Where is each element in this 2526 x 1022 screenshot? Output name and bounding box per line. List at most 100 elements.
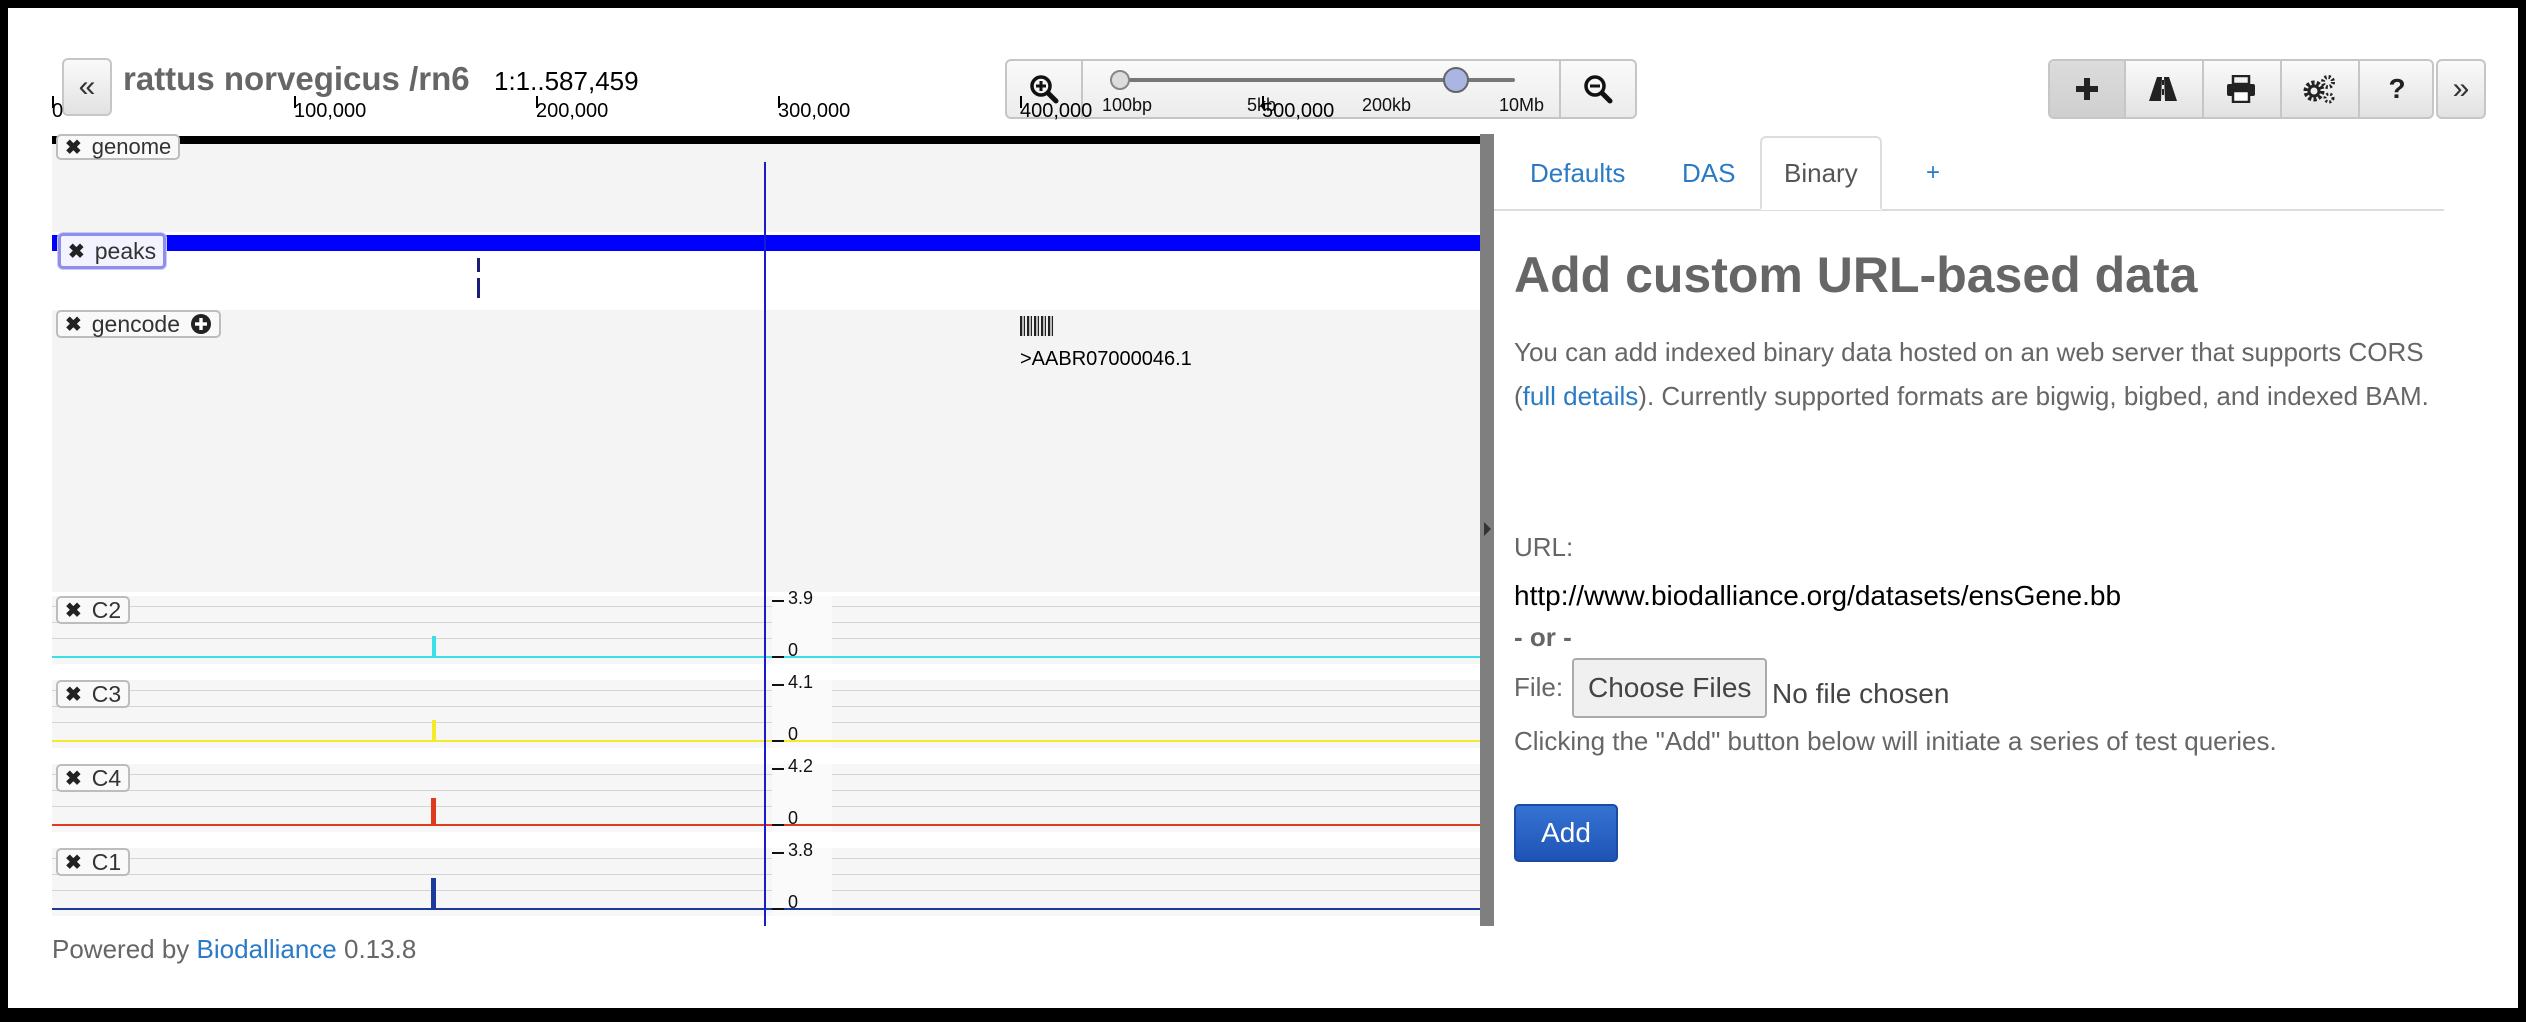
settings-icon	[2303, 75, 2335, 104]
tab-binary[interactable]: Binary	[1760, 136, 1882, 210]
location-display[interactable]: 1:1..587,459	[494, 66, 639, 97]
add-button[interactable]: Add	[1514, 804, 1618, 862]
tab-label: DAS	[1682, 157, 1736, 188]
close-icon[interactable]: ✖	[65, 312, 82, 337]
genome-ruler	[52, 136, 1480, 232]
track-label-gencode[interactable]: ✖ gencode	[56, 310, 222, 338]
description-text: ). Currently supported formats are bigwi…	[1638, 381, 2429, 411]
ruler-label-100000: 100,000	[294, 100, 367, 122]
signal-peak	[432, 720, 436, 740]
url-input[interactable]: http://www.biodalliance.org/datasets/ens…	[1514, 580, 2121, 612]
center-position-line	[764, 162, 766, 926]
peaks-bar	[52, 235, 1480, 251]
peak-marker	[477, 258, 480, 298]
version-text: 0.13.8	[344, 934, 417, 964]
track-label-text: C2	[91, 596, 122, 623]
toolbar: ?	[2048, 59, 2434, 119]
footer: Powered by Biodalliance 0.13.8	[52, 934, 416, 965]
tab-label: Binary	[1784, 157, 1858, 188]
tab-add-plus[interactable]: +	[1906, 136, 1960, 210]
track-label-c2[interactable]: ✖ C2	[56, 596, 131, 624]
help-icon: ?	[2388, 73, 2406, 104]
scale-max: 4.1	[788, 672, 814, 692]
zoom-label-200kb: 200kb	[1362, 95, 1412, 115]
no-file-chosen-text: No file chosen	[1772, 678, 1950, 709]
track-label-peaks[interactable]: ✖ peaks	[58, 233, 167, 269]
file-label: File:	[1514, 672, 1564, 702]
panel-splitter[interactable]	[1480, 134, 1494, 926]
close-icon[interactable]: ✖	[65, 682, 82, 707]
collapse-left-button[interactable]: «	[62, 58, 112, 116]
add-track-button[interactable]	[2050, 61, 2126, 117]
track-label-c1[interactable]: ✖ C1	[56, 848, 131, 876]
close-icon[interactable]: ✖	[65, 135, 82, 160]
print-button[interactable]	[2202, 61, 2282, 117]
signal-baseline	[52, 824, 1480, 826]
scale-min: 0	[788, 892, 799, 912]
close-icon[interactable]: ✖	[68, 239, 85, 264]
test-queries-hint: Clicking the "Add" button below will ini…	[1514, 726, 2277, 756]
track-chooser-button[interactable]	[2124, 61, 2204, 117]
zoom-label-10mb: 10Mb	[1499, 95, 1545, 115]
track-label-genome[interactable]: ✖ genome	[56, 134, 181, 160]
close-icon[interactable]: ✖	[65, 598, 82, 623]
track-label-text: C3	[91, 680, 122, 707]
track-label-text: gencode	[91, 310, 181, 337]
panel-heading: Add custom URL-based data	[1514, 247, 2198, 303]
biodalliance-link[interactable]: Biodalliance	[197, 934, 337, 964]
track-label-c4[interactable]: ✖ C4	[56, 764, 131, 792]
signal-baseline	[52, 740, 1480, 742]
track-label-text: genome	[91, 134, 172, 159]
signal-baseline	[52, 908, 1480, 910]
zoom-out-button[interactable]	[1559, 61, 1635, 117]
double-chevron-right-icon: »	[2452, 72, 2470, 105]
signal-peak	[432, 636, 436, 656]
full-details-link[interactable]: full details	[1523, 381, 1639, 411]
zoom-slider-thumb[interactable]	[1442, 67, 1469, 93]
species-title: rattus norvegicus /rn6	[123, 60, 470, 97]
gencode-track: >AABR07000046.1	[52, 310, 1480, 592]
tab-defaults[interactable]: Defaults	[1510, 136, 1645, 210]
tab-label: Defaults	[1530, 157, 1626, 188]
scale-max: 3.9	[788, 588, 814, 608]
signal-baseline	[52, 656, 1480, 658]
collapse-right-button[interactable]: »	[2436, 59, 2486, 119]
or-separator: - or -	[1514, 622, 1572, 652]
help-button[interactable]: ?	[2358, 61, 2432, 117]
zoom-slider-min-stop	[1110, 70, 1130, 90]
panel-description: You can add indexed binary data hosted o…	[1514, 330, 2454, 418]
double-chevron-left-icon: «	[78, 70, 96, 103]
track-label-c3[interactable]: ✖ C3	[56, 680, 131, 708]
signal-peak	[431, 878, 436, 908]
peaks-track	[52, 232, 1480, 306]
print-icon	[2227, 75, 2255, 103]
gene-feature-glyph[interactable]	[1020, 316, 1054, 336]
signal-peak	[431, 798, 436, 824]
choose-files-button[interactable]: Choose Files	[1572, 658, 1768, 718]
ruler-label-300000: 300,000	[778, 100, 851, 122]
scale-max: 3.8	[788, 840, 814, 860]
track-label-text: C1	[91, 848, 122, 875]
track-label-text: peaks	[94, 237, 157, 264]
url-label: URL:	[1514, 532, 1574, 562]
track-label-text: C4	[91, 764, 122, 791]
ruler-label-400000: 400,000	[1020, 100, 1093, 122]
expand-plus-circle-icon[interactable]	[190, 313, 212, 335]
settings-button[interactable]	[2280, 61, 2360, 117]
powered-by-text: Powered by	[52, 934, 190, 964]
splitter-arrow-icon	[1484, 522, 1491, 536]
add-track-icon	[2076, 78, 2098, 100]
plus-icon: +	[1926, 159, 1941, 186]
scale-min: 0	[788, 640, 799, 660]
close-icon[interactable]: ✖	[65, 850, 82, 875]
close-icon[interactable]: ✖	[65, 766, 82, 791]
road-icon	[2149, 77, 2177, 101]
tab-das[interactable]: DAS	[1662, 136, 1755, 210]
zoom-out-icon	[1584, 75, 1613, 104]
scale-min: 0	[788, 808, 799, 828]
ruler-label-500000: 500,000	[1262, 100, 1335, 122]
scale-max: 4.2	[788, 756, 814, 776]
scale-min: 0	[788, 724, 799, 744]
zoom-label-100bp: 100bp	[1102, 95, 1153, 115]
ruler-label-start: 0	[52, 100, 64, 122]
